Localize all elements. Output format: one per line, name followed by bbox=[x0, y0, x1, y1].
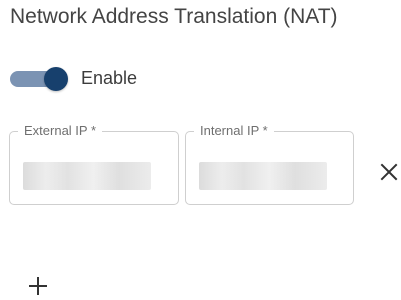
nat-settings-panel: Network Address Translation (NAT) Enable… bbox=[0, 0, 401, 300]
close-icon bbox=[380, 163, 398, 181]
external-ip-value-redacted bbox=[23, 162, 151, 190]
enable-label: Enable bbox=[81, 67, 138, 88]
section-title: Network Address Translation (NAT) bbox=[10, 5, 338, 28]
external-ip-field[interactable]: External IP * bbox=[9, 123, 179, 205]
internal-ip-label: Internal IP * bbox=[194, 123, 274, 138]
external-ip-label: External IP * bbox=[18, 123, 103, 138]
enable-toggle-row: Enable bbox=[10, 64, 137, 92]
internal-ip-field[interactable]: Internal IP * bbox=[185, 123, 354, 205]
add-row-button[interactable] bbox=[27, 275, 49, 297]
remove-row-button[interactable] bbox=[377, 160, 401, 184]
plus-icon bbox=[29, 277, 47, 295]
internal-ip-value-redacted bbox=[199, 162, 327, 190]
enable-switch[interactable] bbox=[10, 64, 68, 92]
switch-thumb bbox=[44, 67, 68, 91]
